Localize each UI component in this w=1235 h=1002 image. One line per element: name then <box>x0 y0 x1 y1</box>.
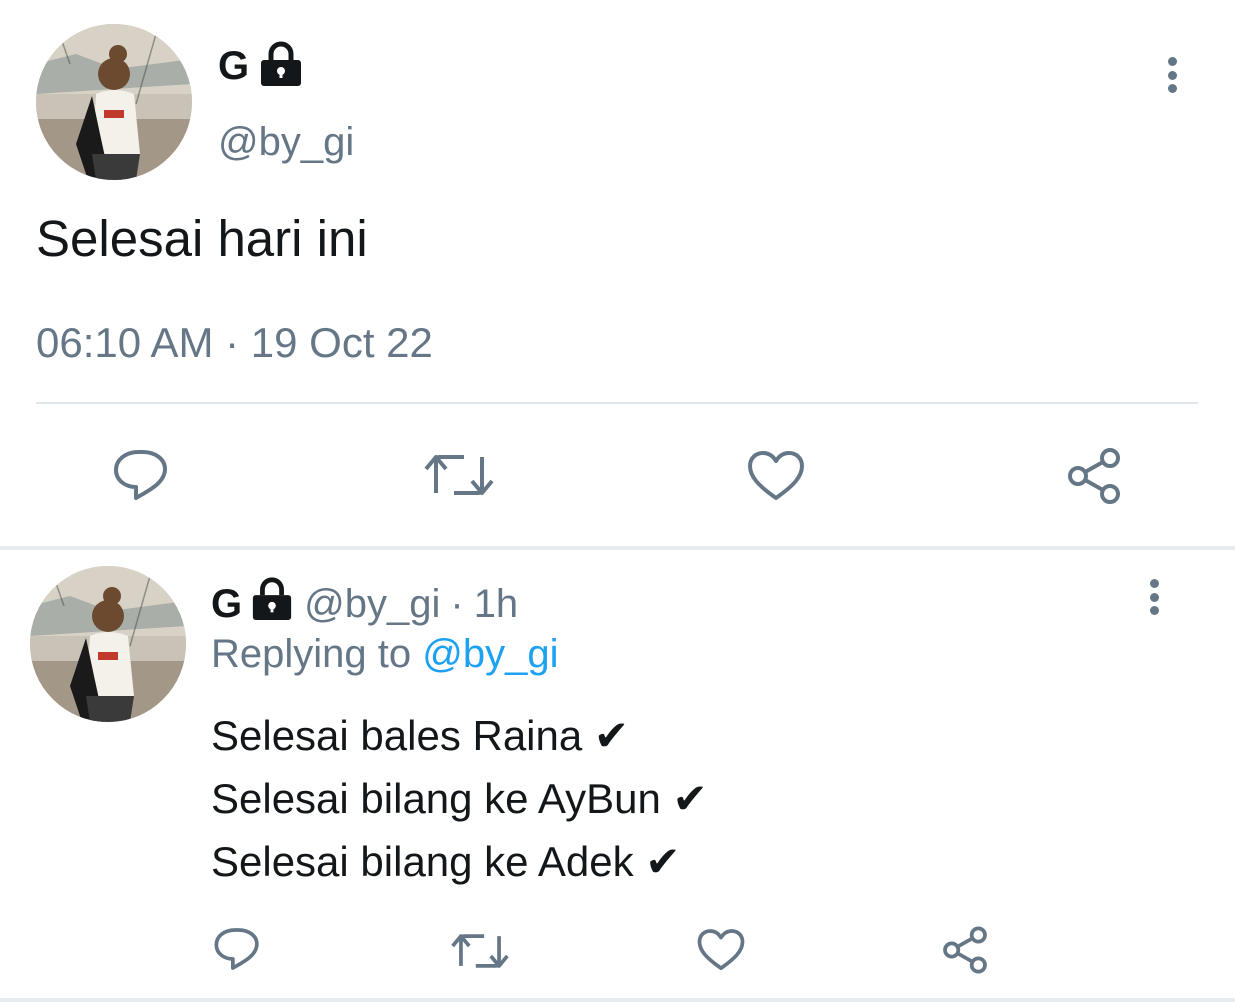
share-button[interactable] <box>940 925 990 975</box>
author-name-row[interactable]: G <box>218 40 303 91</box>
separator-dot: · <box>450 581 464 626</box>
retweet-button[interactable] <box>451 929 509 973</box>
main-tweet: G @by_gi Selesai hari ini 06:10 AM · 19 … <box>0 0 1235 546</box>
author-handle[interactable]: @by_gi <box>304 580 440 628</box>
display-name[interactable]: G <box>211 580 242 628</box>
reply-icon <box>214 928 259 970</box>
reply-header: G @by_gi · 1h <box>211 576 518 631</box>
heart-icon <box>748 451 804 500</box>
reply-icon <box>114 450 167 500</box>
reply-text-line: Selesai bilang ke Adek ✔ <box>211 838 681 885</box>
lock-icon <box>250 576 294 631</box>
author-handle[interactable]: @by_gi <box>218 118 354 166</box>
reply-text-line: Selesai bilang ke AyBun ✔ <box>211 775 708 822</box>
replying-prefix: Replying to <box>211 632 412 676</box>
like-button[interactable] <box>747 450 805 502</box>
avatar-photo <box>36 24 192 180</box>
tweet-text: Selesai hari ini <box>36 210 368 267</box>
lock-icon <box>259 40 303 91</box>
avatar-photo <box>30 566 186 722</box>
retweet-button[interactable] <box>424 449 494 501</box>
heart-icon <box>697 929 745 971</box>
reply-text: Selesai bales Raina ✔ Selesai bilang ke … <box>211 704 708 893</box>
replying-to: Replying to @by_gi <box>211 630 558 678</box>
reply-button[interactable] <box>213 925 261 973</box>
reply-text-line: Selesai bales Raina ✔ <box>211 712 630 759</box>
tweet-detail-page: G @by_gi Selesai hari ini 06:10 AM · 19 … <box>0 0 1235 1002</box>
retweet-icon <box>451 934 509 968</box>
share-icon <box>1068 448 1120 504</box>
section-divider <box>0 546 1235 550</box>
avatar[interactable] <box>30 566 186 722</box>
replying-to-link[interactable]: @by_gi <box>422 632 558 676</box>
more-vertical-icon[interactable] <box>1147 579 1161 615</box>
reply-button[interactable] <box>112 446 170 504</box>
retweet-icon <box>424 455 494 495</box>
like-button[interactable] <box>697 928 745 972</box>
tweet-time-ago[interactable]: 1h <box>474 580 519 628</box>
section-divider <box>0 998 1235 1002</box>
more-vertical-icon[interactable] <box>1165 57 1179 93</box>
tweet-timestamp[interactable]: 06:10 AM · 19 Oct 22 <box>36 318 433 368</box>
divider <box>36 402 1198 404</box>
share-icon <box>943 926 987 974</box>
share-button[interactable] <box>1064 446 1124 506</box>
avatar[interactable] <box>36 24 192 180</box>
display-name: G <box>218 43 250 88</box>
